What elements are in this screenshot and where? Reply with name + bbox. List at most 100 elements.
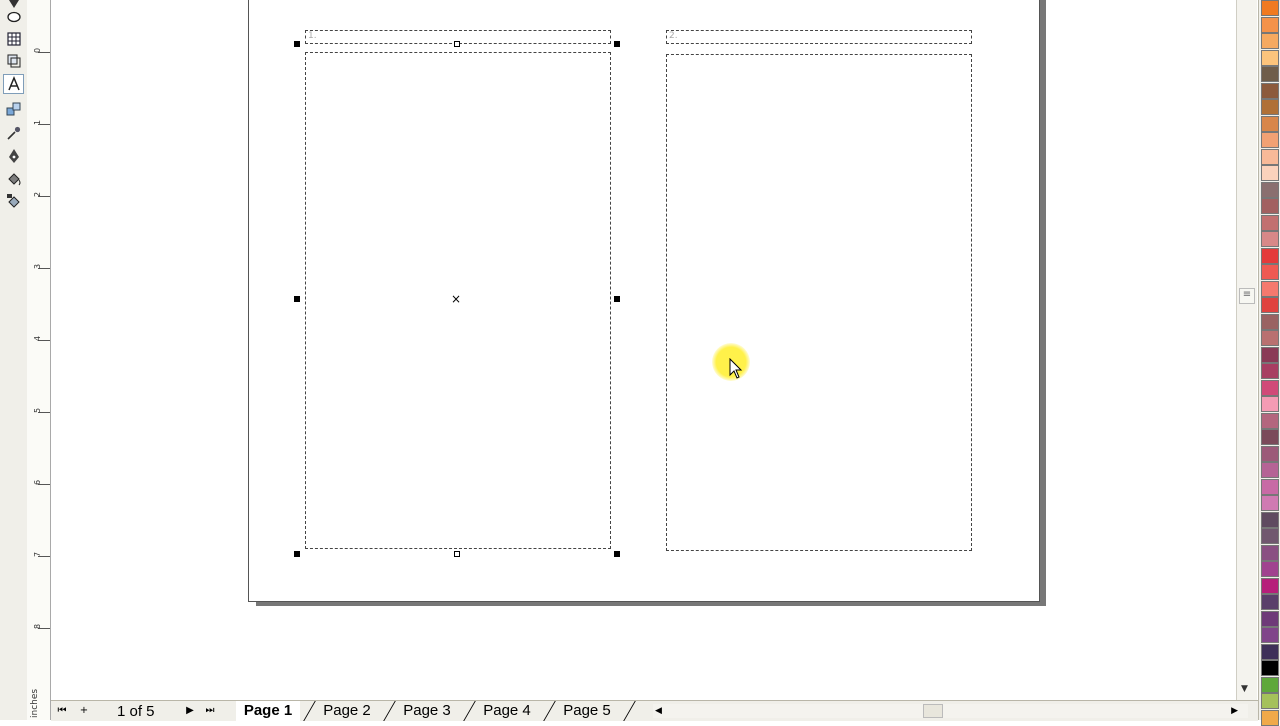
- color-swatch[interactable]: [1261, 709, 1279, 726]
- first-page-icon[interactable]: ⏮: [53, 703, 71, 719]
- color-swatch[interactable]: [1261, 297, 1279, 313]
- vertical-scrollbar[interactable]: ≡ ▼: [1236, 0, 1257, 700]
- ruler-number: 4: [33, 335, 43, 342]
- vertical-ruler[interactable]: 0 1 2 3 4 5 6 7 8 inches: [27, 0, 51, 720]
- selection-handle[interactable]: [294, 296, 300, 302]
- tab-separator: [303, 701, 316, 721]
- color-swatch[interactable]: [1261, 544, 1279, 561]
- selection-handle[interactable]: [614, 41, 620, 47]
- color-swatch[interactable]: [1261, 16, 1279, 33]
- selection-handle[interactable]: [614, 551, 620, 557]
- add-page-icon[interactable]: +: [75, 703, 93, 719]
- outline-pen-tool-icon[interactable]: [3, 146, 24, 166]
- color-swatch[interactable]: [1261, 49, 1279, 66]
- selection-handle[interactable]: [614, 296, 620, 302]
- color-swatch[interactable]: [1261, 412, 1279, 429]
- next-page-icon[interactable]: ▶: [181, 703, 199, 719]
- scroll-thumb[interactable]: ≡: [1239, 288, 1255, 304]
- scroll-thumb[interactable]: [923, 704, 943, 718]
- ellipse-tool-icon[interactable]: [3, 7, 24, 27]
- color-swatch[interactable]: [1261, 610, 1279, 627]
- color-swatch[interactable]: [1261, 379, 1279, 396]
- color-swatch[interactable]: [1261, 214, 1279, 231]
- color-swatch[interactable]: [1261, 264, 1279, 280]
- color-swatch[interactable]: [1261, 33, 1279, 49]
- table-tool-icon[interactable]: [3, 29, 24, 49]
- tab-separator: [383, 701, 396, 721]
- ruler-number: 6: [33, 479, 43, 486]
- color-swatch[interactable]: [1261, 231, 1279, 247]
- color-swatch[interactable]: [1261, 511, 1279, 528]
- color-swatch[interactable]: [1261, 280, 1279, 297]
- color-palette: ⏮: [1258, 0, 1280, 726]
- color-swatch[interactable]: [1261, 148, 1279, 165]
- polygon-tool-icon[interactable]: [3, 51, 24, 71]
- color-swatch[interactable]: [1261, 198, 1279, 214]
- text-frame-2[interactable]: [666, 54, 972, 551]
- color-swatch[interactable]: [1261, 577, 1279, 594]
- page-count: 1 of 5: [117, 703, 155, 720]
- tab-page-1[interactable]: Page 1: [236, 701, 300, 721]
- document-page[interactable]: 1. 2. ×: [248, 0, 1040, 602]
- header-text-frame-2[interactable]: 2.: [666, 30, 972, 44]
- color-swatch[interactable]: [1261, 693, 1279, 709]
- tab-page-2[interactable]: Page 2: [316, 701, 378, 721]
- color-swatch[interactable]: [1261, 478, 1279, 495]
- selection-handle[interactable]: [454, 41, 460, 47]
- color-swatch[interactable]: [1261, 0, 1279, 16]
- color-swatch[interactable]: [1261, 528, 1279, 544]
- color-swatch[interactable]: [1261, 495, 1279, 511]
- toolbox: [0, 0, 28, 720]
- text-tool-icon[interactable]: [3, 74, 24, 94]
- tab-separator: [463, 701, 476, 721]
- selection-handle[interactable]: [294, 551, 300, 557]
- color-swatch[interactable]: [1261, 660, 1279, 676]
- color-swatch[interactable]: [1261, 132, 1279, 148]
- color-swatch[interactable]: [1261, 445, 1279, 462]
- color-swatch[interactable]: [1261, 676, 1279, 693]
- fill-tool-icon[interactable]: [3, 169, 24, 189]
- ruler-number: 5: [33, 407, 43, 414]
- tab-page-5[interactable]: Page 5: [556, 701, 618, 721]
- color-swatch[interactable]: [1261, 643, 1279, 660]
- last-page-icon[interactable]: ⏭: [201, 703, 219, 719]
- color-swatch[interactable]: [1261, 561, 1279, 577]
- color-swatch[interactable]: [1261, 627, 1279, 643]
- horizontal-scrollbar[interactable]: ◀ ▶: [653, 704, 1248, 718]
- tab-separator: [543, 701, 556, 721]
- frame-number-label: 2.: [669, 31, 678, 41]
- text-flow-handle[interactable]: [454, 551, 460, 557]
- ruler-number: 0: [33, 47, 43, 54]
- scroll-down-icon[interactable]: ▼: [1241, 684, 1248, 694]
- ruler-number: 7: [33, 551, 43, 558]
- scroll-right-icon[interactable]: ▶: [1231, 704, 1238, 718]
- color-swatch[interactable]: [1261, 363, 1279, 379]
- interactive-tool-icon[interactable]: [3, 99, 24, 119]
- color-swatch[interactable]: [1261, 82, 1279, 99]
- color-swatch[interactable]: [1261, 247, 1279, 264]
- color-swatch[interactable]: [1261, 99, 1279, 115]
- color-swatch[interactable]: [1261, 66, 1279, 82]
- mouse-pointer-icon: [729, 358, 743, 379]
- coreldraw-window: 0 1 2 3 4 5 6 7 8 inches 1. 2. × ≡ ▼ ⏮ +…: [0, 0, 1280, 726]
- color-swatch[interactable]: [1261, 313, 1279, 330]
- color-swatch[interactable]: [1261, 396, 1279, 412]
- color-swatch[interactable]: [1261, 346, 1279, 363]
- color-swatch[interactable]: [1261, 181, 1279, 198]
- eyedropper-tool-icon[interactable]: [3, 123, 24, 143]
- frame-number-label: 1.: [308, 31, 317, 41]
- scroll-left-icon[interactable]: ◀: [655, 704, 662, 718]
- selection-handle[interactable]: [294, 41, 300, 47]
- drawing-canvas[interactable]: 1. 2. ×: [51, 0, 1258, 700]
- tab-page-3[interactable]: Page 3: [396, 701, 458, 721]
- tab-page-4[interactable]: Page 4: [476, 701, 538, 721]
- color-swatch[interactable]: [1261, 462, 1279, 478]
- color-swatch[interactable]: [1261, 330, 1279, 346]
- interactive-fill-tool-icon[interactable]: [3, 191, 24, 211]
- rotation-center-icon[interactable]: ×: [451, 293, 461, 305]
- color-swatch[interactable]: [1261, 115, 1279, 132]
- color-swatch[interactable]: [1261, 429, 1279, 445]
- ruler-number: 3: [33, 263, 43, 270]
- color-swatch[interactable]: [1261, 594, 1279, 610]
- color-swatch[interactable]: [1261, 165, 1279, 181]
